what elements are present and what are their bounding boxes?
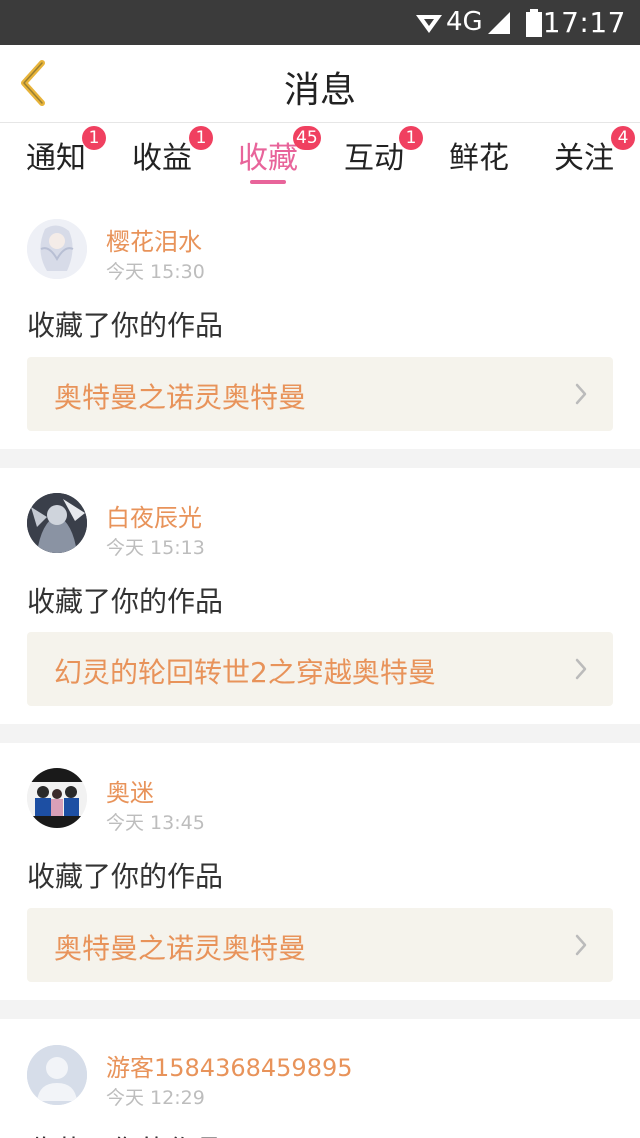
page-title: 消息 bbox=[283, 70, 356, 111]
default-avatar-icon bbox=[27, 1045, 87, 1105]
chevron-right-icon bbox=[575, 383, 587, 405]
avatar[interactable] bbox=[27, 219, 87, 279]
unread-badge: 45 bbox=[293, 126, 321, 150]
tab-label: 互动 bbox=[344, 141, 404, 176]
username[interactable]: 白夜辰光 bbox=[106, 498, 202, 533]
message-card: 樱花泪水 今天 15:30 收藏了你的作品 奥特曼之诺灵奥特曼 bbox=[0, 192, 640, 449]
tab-label: 收藏 bbox=[238, 141, 298, 176]
action-text: 收藏了你的作品 bbox=[27, 585, 224, 618]
signal-icon bbox=[488, 12, 510, 34]
avatar-image bbox=[27, 493, 87, 553]
tab-label: 关注 bbox=[554, 141, 614, 176]
message-card: 白夜辰光 今天 15:13 收藏了你的作品 幻灵的轮回转世2之穿越奥特曼 bbox=[0, 468, 640, 725]
unread-badge: 4 bbox=[611, 126, 635, 150]
clock: 17:17 bbox=[542, 6, 626, 39]
card-divider bbox=[0, 449, 640, 468]
status-bar: 4G 17:17 bbox=[0, 0, 640, 45]
username[interactable]: 樱花泪水 bbox=[106, 222, 202, 257]
work-link[interactable]: 奥特曼之诺灵奥特曼 bbox=[27, 908, 613, 982]
tab-label: 鲜花 bbox=[449, 141, 509, 176]
work-title: 奥特曼之诺灵奥特曼 bbox=[54, 932, 307, 965]
card-divider bbox=[0, 724, 640, 743]
message-card: 奥迷 今天 13:45 收藏了你的作品 奥特曼之诺灵奥特曼 bbox=[0, 743, 640, 1000]
tab-label: 通知 bbox=[26, 141, 86, 176]
tab-label: 收益 bbox=[132, 141, 192, 176]
tab-bar: 通知 1 收益 1 收藏 45 互动 1 鲜花 关注 4 bbox=[0, 123, 640, 191]
tab-interactions[interactable]: 互动 1 bbox=[344, 126, 423, 191]
work-link[interactable]: 奥特曼之诺灵奥特曼 bbox=[27, 357, 613, 431]
avatar[interactable] bbox=[27, 493, 87, 553]
unread-badge: 1 bbox=[399, 126, 423, 150]
username[interactable]: 奥迷 bbox=[106, 773, 154, 808]
title-bar: 消息 bbox=[0, 45, 640, 123]
avatar[interactable] bbox=[27, 1045, 87, 1105]
tab-favorites[interactable]: 收藏 45 bbox=[238, 126, 321, 191]
username[interactable]: 游客1584368459895 bbox=[106, 1048, 353, 1083]
timestamp: 今天 13:45 bbox=[106, 812, 205, 834]
work-link[interactable]: 幻灵的轮回转世2之穿越奥特曼 bbox=[27, 632, 613, 706]
timestamp: 今天 15:13 bbox=[106, 537, 205, 559]
tab-notifications[interactable]: 通知 1 bbox=[26, 126, 106, 191]
message-card: 游客1584368459895 今天 12:29 收藏了你的作品 bbox=[0, 1019, 640, 1138]
network-type: 4G bbox=[446, 7, 483, 37]
avatar[interactable] bbox=[27, 768, 87, 828]
timestamp: 今天 15:30 bbox=[106, 261, 205, 283]
work-title: 奥特曼之诺灵奥特曼 bbox=[54, 381, 307, 414]
avatar-image bbox=[27, 219, 87, 279]
action-text: 收藏了你的作品 bbox=[27, 1129, 223, 1138]
timestamp: 今天 12:29 bbox=[106, 1087, 205, 1109]
wifi-icon bbox=[416, 15, 442, 33]
action-text: 收藏了你的作品 bbox=[27, 860, 224, 893]
chevron-right-icon bbox=[575, 934, 587, 956]
action-text: 收藏了你的作品 bbox=[27, 309, 224, 342]
chevron-right-icon bbox=[575, 658, 587, 680]
tab-following[interactable]: 关注 4 bbox=[554, 126, 635, 191]
unread-badge: 1 bbox=[82, 126, 106, 150]
card-divider bbox=[0, 1000, 640, 1019]
unread-badge: 1 bbox=[189, 126, 213, 150]
avatar-image bbox=[27, 768, 87, 828]
active-tab-indicator bbox=[250, 180, 286, 184]
tab-flowers[interactable]: 鲜花 bbox=[449, 133, 509, 191]
tab-earnings[interactable]: 收益 1 bbox=[132, 126, 213, 191]
work-title: 幻灵的轮回转世2之穿越奥特曼 bbox=[54, 656, 436, 689]
battery-icon bbox=[526, 9, 542, 37]
